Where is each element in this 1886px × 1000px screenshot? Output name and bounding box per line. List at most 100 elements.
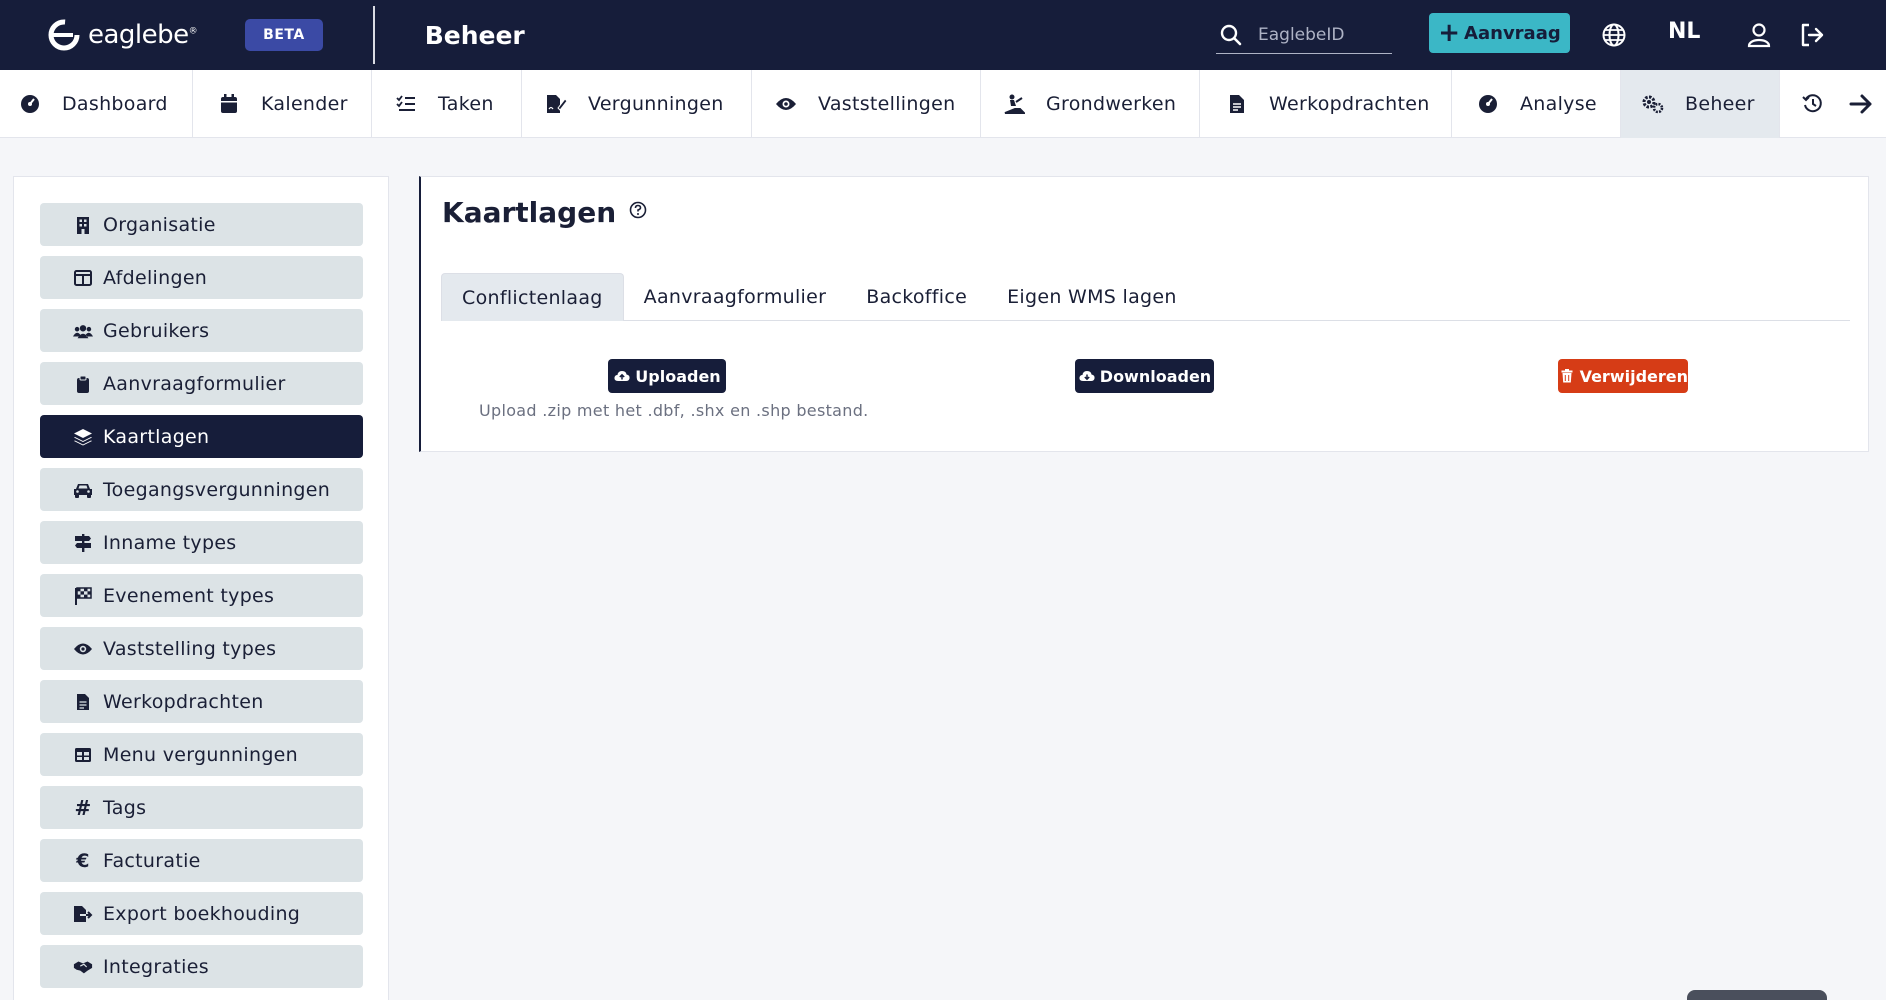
hashtag-icon: # — [74, 795, 92, 820]
sidebar-item-inname-types[interactable]: Inname types — [40, 521, 363, 564]
upload-hint: Upload .zip met het .dbf, .shx en .shp b… — [479, 401, 869, 420]
download-label: Downloaden — [1099, 366, 1212, 386]
flag-checkered-icon — [73, 586, 93, 606]
checklist-icon — [394, 92, 418, 116]
new-request-button[interactable]: + Aanvraag — [1429, 13, 1570, 53]
sidebar-item-label: Organisatie — [103, 213, 216, 236]
history-icon[interactable] — [1802, 93, 1824, 115]
main-navigation: Dashboard Kalender Taken Vergunningen Va… — [0, 70, 1886, 138]
sidebar-item-integraties[interactable]: Integraties — [40, 945, 363, 988]
search-box[interactable] — [1216, 16, 1392, 54]
delete-label: Verwijderen — [1579, 366, 1688, 386]
table-columns-icon — [73, 268, 93, 288]
sidebar-item-label: Menu vergunningen — [103, 743, 299, 766]
globe-icon[interactable] — [1597, 18, 1631, 52]
nav-item-taken[interactable]: Taken — [372, 70, 522, 138]
tab-eigen-wms-lagen[interactable]: Eigen WMS lagen — [987, 273, 1197, 321]
sidebar-item-label: Gebruikers — [103, 319, 210, 342]
delete-button[interactable]: Verwijderen — [1558, 359, 1688, 393]
header-divider — [372, 6, 375, 64]
layers-icon — [73, 427, 93, 447]
document-icon — [1225, 92, 1249, 116]
sidebar-item-label: Inname types — [103, 531, 237, 554]
nav-label: Werkopdrachten — [1269, 93, 1430, 115]
nav-item-werkopdrachten[interactable]: Werkopdrachten — [1200, 70, 1452, 138]
nav-item-vergunningen[interactable]: Vergunningen — [522, 70, 752, 138]
nav-item-beheer[interactable]: Beheer — [1621, 70, 1780, 138]
logo[interactable]: eaglebe® — [46, 17, 198, 53]
kaartlagen-tabs: Conflictenlaag Aanvraagformulier Backoff… — [441, 273, 1850, 321]
sidebar-item-kaartlagen[interactable]: Kaartlagen — [40, 415, 363, 458]
download-button[interactable]: Downloaden — [1075, 359, 1214, 393]
nav-item-grondwerken[interactable]: Grondwerken — [981, 70, 1200, 138]
sidebar-item-tags[interactable]: # Tags — [40, 786, 363, 829]
sidebar-item-gebruikers[interactable]: Gebruikers — [40, 309, 363, 352]
gauge-icon — [18, 92, 42, 116]
cloud-upload-icon — [613, 367, 631, 385]
user-icon[interactable] — [1742, 18, 1776, 52]
new-request-label: Aanvraag — [1464, 22, 1561, 44]
users-icon — [73, 321, 93, 341]
sidebar-item-label: Tags — [103, 796, 147, 819]
sidebar-item-label: Vaststelling types — [103, 637, 277, 660]
plus-icon: + — [1438, 18, 1461, 48]
nav-label: Vergunningen — [588, 93, 724, 115]
search-input[interactable] — [1258, 24, 1378, 45]
sidebar-item-label: Facturatie — [103, 849, 201, 872]
beta-badge: BETA — [245, 19, 323, 51]
sidebar-item-label: Toegangsvergunningen — [103, 478, 331, 501]
nav-item-analyse[interactable]: Analyse — [1452, 70, 1621, 138]
tab-conflictenlaag[interactable]: Conflictenlaag — [441, 273, 624, 321]
sidebar-item-aanvraagformulier[interactable]: Aanvraagformulier — [40, 362, 363, 405]
sidebar-item-label: Aanvraagformulier — [103, 372, 286, 395]
file-signature-icon — [544, 92, 568, 116]
language-selector[interactable]: NL — [1668, 19, 1700, 44]
tab-aanvraagformulier[interactable]: Aanvraagformulier — [624, 273, 847, 321]
calendar-icon — [217, 92, 241, 116]
tab-backoffice[interactable]: Backoffice — [846, 273, 987, 321]
nav-item-vaststellingen[interactable]: Vaststellingen — [752, 70, 981, 138]
sidebar-item-organisatie[interactable]: Organisatie — [40, 203, 363, 246]
sidebar-item-label: Werkopdrachten — [103, 690, 264, 713]
nav-label: Kalender — [261, 93, 348, 115]
sidebar-item-label: Export boekhouding — [103, 902, 301, 925]
sidebar-item-label: Evenement types — [103, 584, 275, 607]
nav-label: Dashboard — [62, 93, 168, 115]
bottom-floating-tab[interactable] — [1687, 990, 1827, 1000]
signs-icon — [73, 533, 93, 553]
trash-icon — [1558, 367, 1576, 385]
sidebar-item-werkopdrachten[interactable]: Werkopdrachten — [40, 680, 363, 723]
sidebar-item-vaststelling-types[interactable]: Vaststelling types — [40, 627, 363, 670]
sidebar-item-toegangsvergunningen[interactable]: Toegangsvergunningen — [40, 468, 363, 511]
car-icon — [73, 480, 93, 500]
arrow-right-icon[interactable] — [1848, 93, 1874, 115]
sidebar-item-export-boekhouding[interactable]: Export boekhouding — [40, 892, 363, 935]
sidebar-item-afdelingen[interactable]: Afdelingen — [40, 256, 363, 299]
upload-label: Uploaden — [635, 366, 721, 386]
table-icon — [73, 745, 93, 765]
logout-icon[interactable] — [1795, 18, 1829, 52]
nav-item-kalender[interactable]: Kalender — [193, 70, 372, 138]
sidebar-item-facturatie[interactable]: € Facturatie — [40, 839, 363, 882]
nav-label: Grondwerken — [1046, 93, 1177, 115]
sidebar-item-label: Kaartlagen — [103, 425, 210, 448]
nav-label: Taken — [438, 93, 494, 115]
panel-title: Kaartlagen — [442, 196, 648, 229]
clipboard-icon — [73, 374, 93, 394]
search-icon[interactable] — [1216, 20, 1246, 50]
document-icon — [73, 692, 93, 712]
panel-title-text: Kaartlagen — [442, 196, 617, 229]
nav-item-dashboard[interactable]: Dashboard — [0, 70, 193, 138]
sidebar-item-menu-vergunningen[interactable]: Menu vergunningen — [40, 733, 363, 776]
nav-label: Vaststellingen — [818, 93, 956, 115]
euro-icon: € — [76, 849, 90, 872]
building-icon — [73, 215, 93, 235]
nav-label: Beheer — [1685, 93, 1755, 115]
sidebar-item-evenement-types[interactable]: Evenement types — [40, 574, 363, 617]
eaglebe-logo-icon — [46, 17, 82, 53]
file-export-icon — [73, 904, 93, 924]
upload-button[interactable]: Uploaden — [608, 359, 726, 393]
sidebar-item-label: Afdelingen — [103, 266, 208, 289]
eye-icon — [73, 639, 93, 659]
help-circle-icon[interactable] — [628, 200, 648, 220]
